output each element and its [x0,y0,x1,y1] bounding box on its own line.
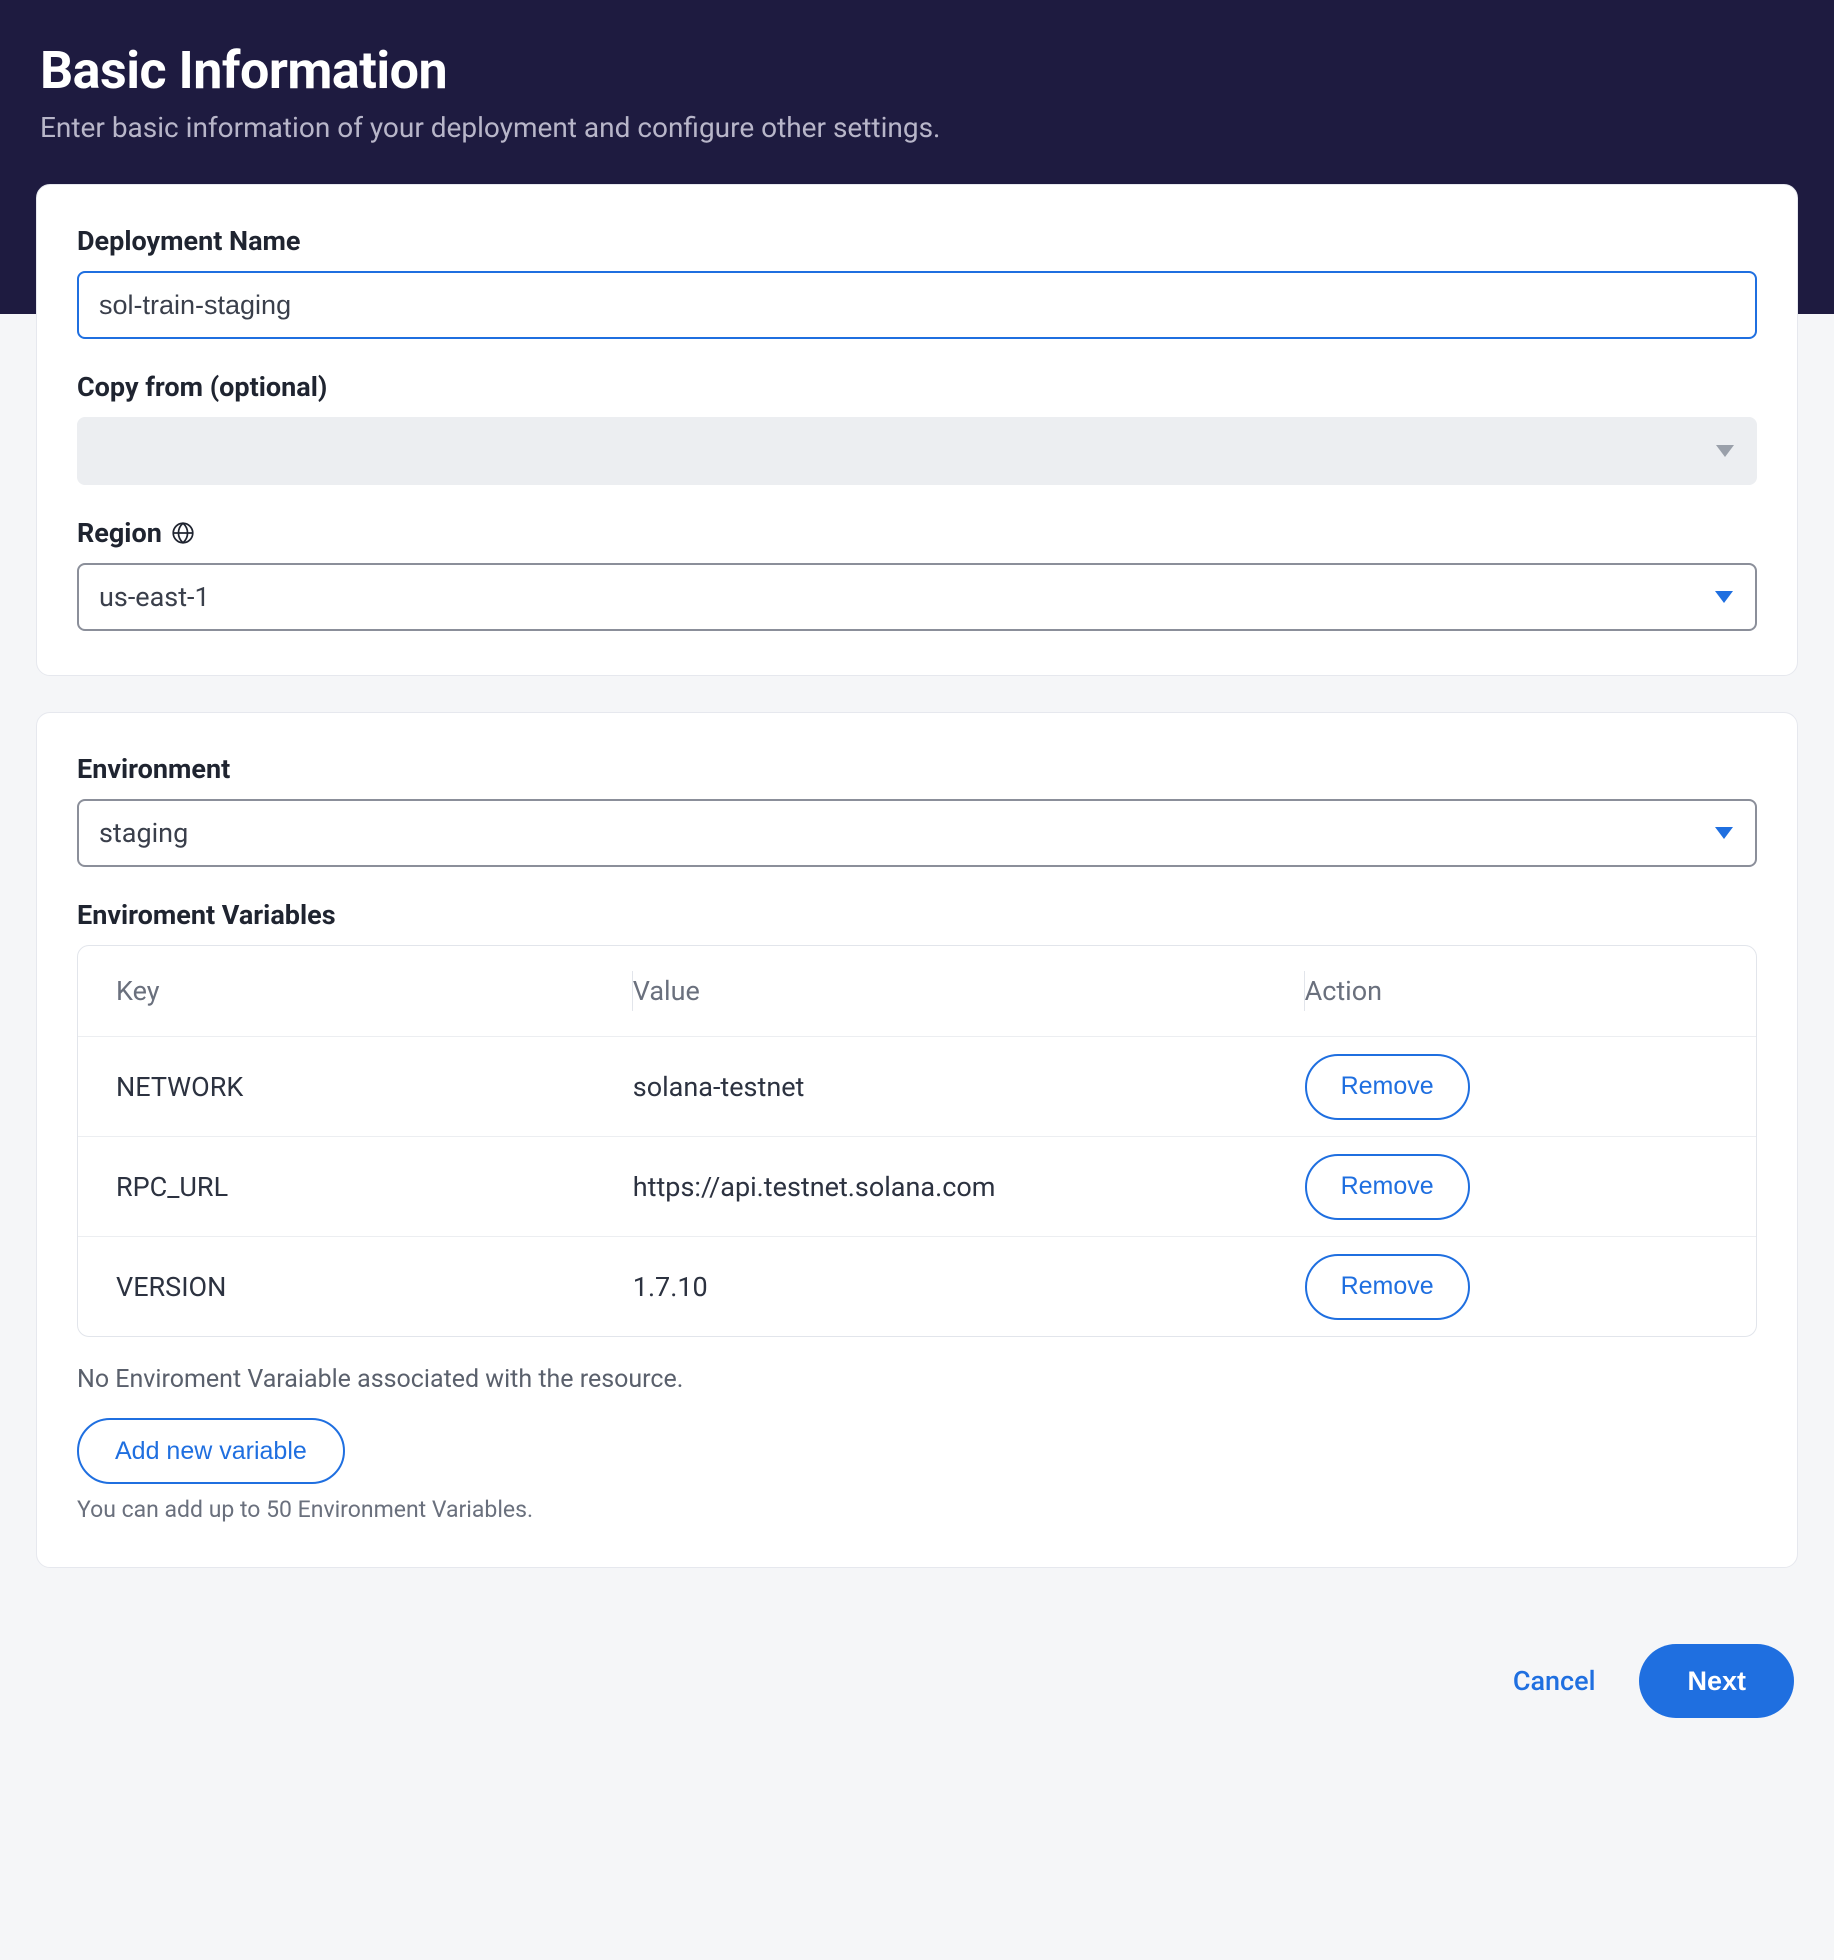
env-key: NETWORK [116,1071,633,1103]
page-title: Basic Information [40,40,1794,101]
chevron-down-icon [1715,827,1733,839]
remove-button[interactable]: Remove [1305,1154,1470,1220]
env-value: solana-testnet [633,1071,1305,1103]
environment-select[interactable]: staging [77,799,1757,867]
cancel-button[interactable]: Cancel [1513,1665,1596,1697]
globe-icon [170,520,196,546]
chevron-down-icon [1715,591,1733,603]
region-label: Region [77,517,1757,549]
table-header-row: Key Value Action [78,946,1756,1036]
footer-actions: Cancel Next [0,1644,1834,1778]
next-button[interactable]: Next [1639,1644,1794,1718]
env-value: 1.7.10 [633,1271,1305,1303]
env-variables-table: Key Value Action NETWORK solana-testnet … [77,945,1757,1337]
deployment-name-label: Deployment Name [77,225,1757,257]
col-action: Action [1305,975,1718,1007]
env-key: VERSION [116,1271,633,1303]
copy-from-select[interactable] [77,417,1757,485]
copy-from-label: Copy from (optional) [77,371,1757,403]
region-select[interactable]: us-east-1 [77,563,1757,631]
environment-label: Environment [77,753,1757,785]
add-variable-button[interactable]: Add new variable [77,1418,345,1484]
basic-info-card: Deployment Name Copy from (optional) Reg… [36,184,1798,676]
table-row: VERSION 1.7.10 Remove [78,1236,1756,1336]
region-value: us-east-1 [99,581,210,613]
deployment-name-input[interactable] [77,271,1757,339]
env-empty-note: No Enviroment Varaiable associated with … [77,1365,1757,1394]
chevron-down-icon [1716,445,1734,457]
env-variables-label: Enviroment Variables [77,899,1757,931]
env-key: RPC_URL [116,1171,633,1203]
remove-button[interactable]: Remove [1305,1254,1470,1320]
env-hint: You can add up to 50 Environment Variabl… [77,1496,1757,1523]
environment-card: Environment staging Enviroment Variables… [36,712,1798,1568]
environment-value: staging [99,817,188,849]
table-row: RPC_URL https://api.testnet.solana.com R… [78,1136,1756,1236]
col-key: Key [116,975,633,1007]
col-value: Value [633,975,1305,1007]
page-subtitle: Enter basic information of your deployme… [40,111,1794,144]
table-row: NETWORK solana-testnet Remove [78,1036,1756,1136]
env-value: https://api.testnet.solana.com [633,1171,1305,1203]
remove-button[interactable]: Remove [1305,1054,1470,1120]
